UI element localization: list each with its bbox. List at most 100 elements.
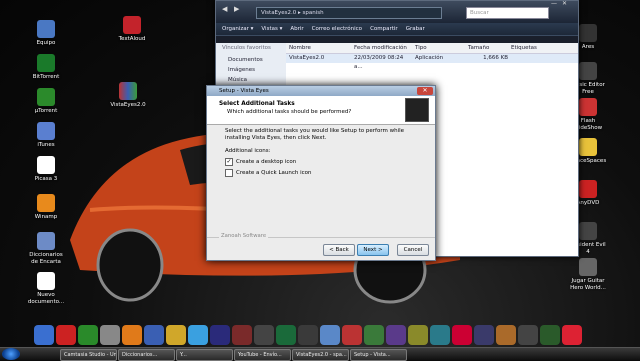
taskbar-button[interactable]: Setup - Vista... (350, 349, 407, 361)
app-icon (37, 88, 55, 106)
dock-app-icon[interactable] (540, 325, 560, 345)
desktop-icon-winrar[interactable]: VistaEyes2.0 (108, 82, 148, 109)
dock-app-icon[interactable] (188, 325, 208, 345)
desktop-icon-option[interactable]: ✓ Create a desktop icon (225, 158, 425, 166)
dock-app-icon[interactable] (166, 325, 186, 345)
dock-app-icon[interactable] (298, 325, 318, 345)
desktop-icon[interactable]: Diccionarios de Encarta (26, 232, 66, 266)
desktop-icon-option-label: Create a desktop icon (236, 158, 297, 165)
dock-app-icon[interactable] (78, 325, 98, 345)
dock-app-icon[interactable] (144, 325, 164, 345)
explorer-toolbar: Organizar ▾ Vistas ▾ Abrir Correo electróni… (216, 23, 578, 36)
desktop-icon[interactable]: Picasa 3 (26, 156, 66, 183)
app-icon (37, 20, 55, 38)
toolbar-button[interactable]: Abrir (290, 26, 303, 32)
column-header[interactable]: Etiquetas (508, 43, 551, 53)
dock-app-icon[interactable] (254, 325, 274, 345)
toolbar-button[interactable]: Vistas ▾ (261, 26, 282, 32)
dock-app-icon[interactable] (452, 325, 472, 345)
fireworks-icon[interactable] (232, 325, 252, 345)
desktop-icon-label: Equipo (36, 40, 56, 46)
column-header[interactable]: Fecha modificación (351, 43, 412, 53)
desktop-icon-label: Ares (581, 44, 595, 50)
start-orb-icon[interactable] (2, 348, 20, 360)
desktop-icon-label: Picasa 3 (34, 176, 58, 182)
next-button[interactable]: Next > (357, 244, 389, 256)
dock-app-icon[interactable] (342, 325, 362, 345)
file-size: 1,666 KB (483, 55, 508, 61)
taskbar-button[interactable]: Camtasia Studio - Un... (60, 349, 117, 361)
dock-app-icon[interactable] (474, 325, 494, 345)
dock-app-icon[interactable] (518, 325, 538, 345)
app-icon (579, 258, 597, 276)
forward-arrow-icon[interactable]: ▶ (234, 5, 239, 13)
desktop-icon-label: Diccionarios de Encarta (29, 252, 63, 265)
textaloud-icon (123, 16, 141, 34)
dock-app-icon[interactable] (100, 325, 120, 345)
column-header[interactable]: Tamaño (465, 43, 508, 53)
taskbar-button[interactable]: Y... (176, 349, 233, 361)
setup-header: Select Additional Tasks Which additional… (207, 96, 435, 125)
taskbar-button[interactable]: VistaEyes2.0 - spa... (292, 349, 349, 361)
sidebar-item[interactable]: Música (222, 75, 280, 85)
sidebar-item[interactable]: Imágenes (222, 65, 280, 75)
address-bar[interactable]: VistaEyes2.0 ▸ spanish (256, 7, 442, 19)
dock-app-icon[interactable] (122, 325, 142, 345)
app-icon (37, 194, 55, 212)
desktop-icon-checkbox[interactable]: ✓ (225, 158, 233, 166)
taskbar-button[interactable]: Diccionarios... (118, 349, 175, 361)
quick-launch-option[interactable]: Create a Quick Launch icon (225, 169, 425, 177)
quick-launch-option-label: Create a Quick Launch icon (236, 169, 312, 176)
dock-app-icon[interactable] (496, 325, 516, 345)
explorer-titlebar: ◀ ▶ VistaEyes2.0 ▸ spanish Buscar — ✕ (216, 0, 578, 23)
desktop-icon[interactable]: BitTorrent (26, 54, 66, 81)
dock-app-icon[interactable] (430, 325, 450, 345)
app-icon (579, 180, 597, 198)
dock-app-icon[interactable] (386, 325, 406, 345)
dock-app-icon[interactable] (408, 325, 428, 345)
desktop-icon[interactable]: Nuevo documento... (26, 272, 66, 306)
back-button[interactable]: < Back (323, 244, 355, 256)
close-icon[interactable]: ✕ (417, 87, 433, 95)
desktop-icon[interactable]: Winamp (26, 194, 66, 221)
cancel-button[interactable]: Cancel (397, 244, 429, 256)
app-icon (37, 122, 55, 140)
sidebar-item[interactable]: Documentos (222, 55, 280, 65)
setup-body: Select the additional tasks you would li… (225, 128, 425, 177)
taskbar-button[interactable]: YouTube - Envío... (234, 349, 291, 361)
dock-app-icon[interactable] (276, 325, 296, 345)
dock-app-icon[interactable] (562, 325, 582, 345)
setup-brand-text: Zanoah Software (219, 233, 269, 239)
close-icon[interactable]: ✕ (562, 0, 567, 7)
desktop-icon-textaloud[interactable]: TextAloud (112, 16, 152, 43)
dock-app-icon[interactable] (320, 325, 340, 345)
setup-dialog: Setup - Vista Eyes ✕ Select Additional T… (206, 85, 436, 261)
additional-icons-label: Additional icons: (225, 148, 271, 154)
app-icon (37, 54, 55, 72)
desktop-icon-label: µTorrent (34, 108, 58, 114)
desktop-icon-label: AnyDVD (576, 200, 600, 206)
back-arrow-icon[interactable]: ◀ (222, 5, 227, 13)
desktop-icon[interactable]: µTorrent (26, 88, 66, 115)
desktop-icon[interactable]: iTunes (26, 122, 66, 149)
toolbar-button[interactable]: Correo electrónico (312, 26, 362, 32)
column-header[interactable]: Nombre (286, 43, 351, 53)
desktop-icon[interactable]: Equipo (26, 20, 66, 47)
toolbar-button[interactable]: Grabar (406, 26, 425, 32)
column-header[interactable]: Tipo (412, 43, 465, 53)
desktop-icon[interactable]: Jugar Guitar Hero World... (568, 258, 608, 292)
youtube-icon[interactable] (56, 325, 76, 345)
photoshop-icon[interactable] (210, 325, 230, 345)
dock-app-icon[interactable] (34, 325, 54, 345)
toolbar-button[interactable]: Compartir (370, 26, 398, 32)
toolbar-button[interactable]: Organizar ▾ (222, 26, 253, 32)
app-icon (37, 156, 55, 174)
setup-titlebar: Setup - Vista Eyes ✕ (207, 86, 435, 96)
setup-footer: Zanoah Software < Back Next > Cancel (207, 233, 435, 260)
file-row[interactable]: VistaEyes2.0 22/03/2009 08:24 a... Aplic… (286, 54, 578, 70)
minimize-icon[interactable]: — (551, 0, 557, 7)
setup-intro-text: Select the additional tasks you would li… (225, 128, 405, 141)
dock-app-icon[interactable] (364, 325, 384, 345)
search-input[interactable]: Buscar (466, 7, 549, 19)
quick-launch-checkbox[interactable] (225, 169, 233, 177)
